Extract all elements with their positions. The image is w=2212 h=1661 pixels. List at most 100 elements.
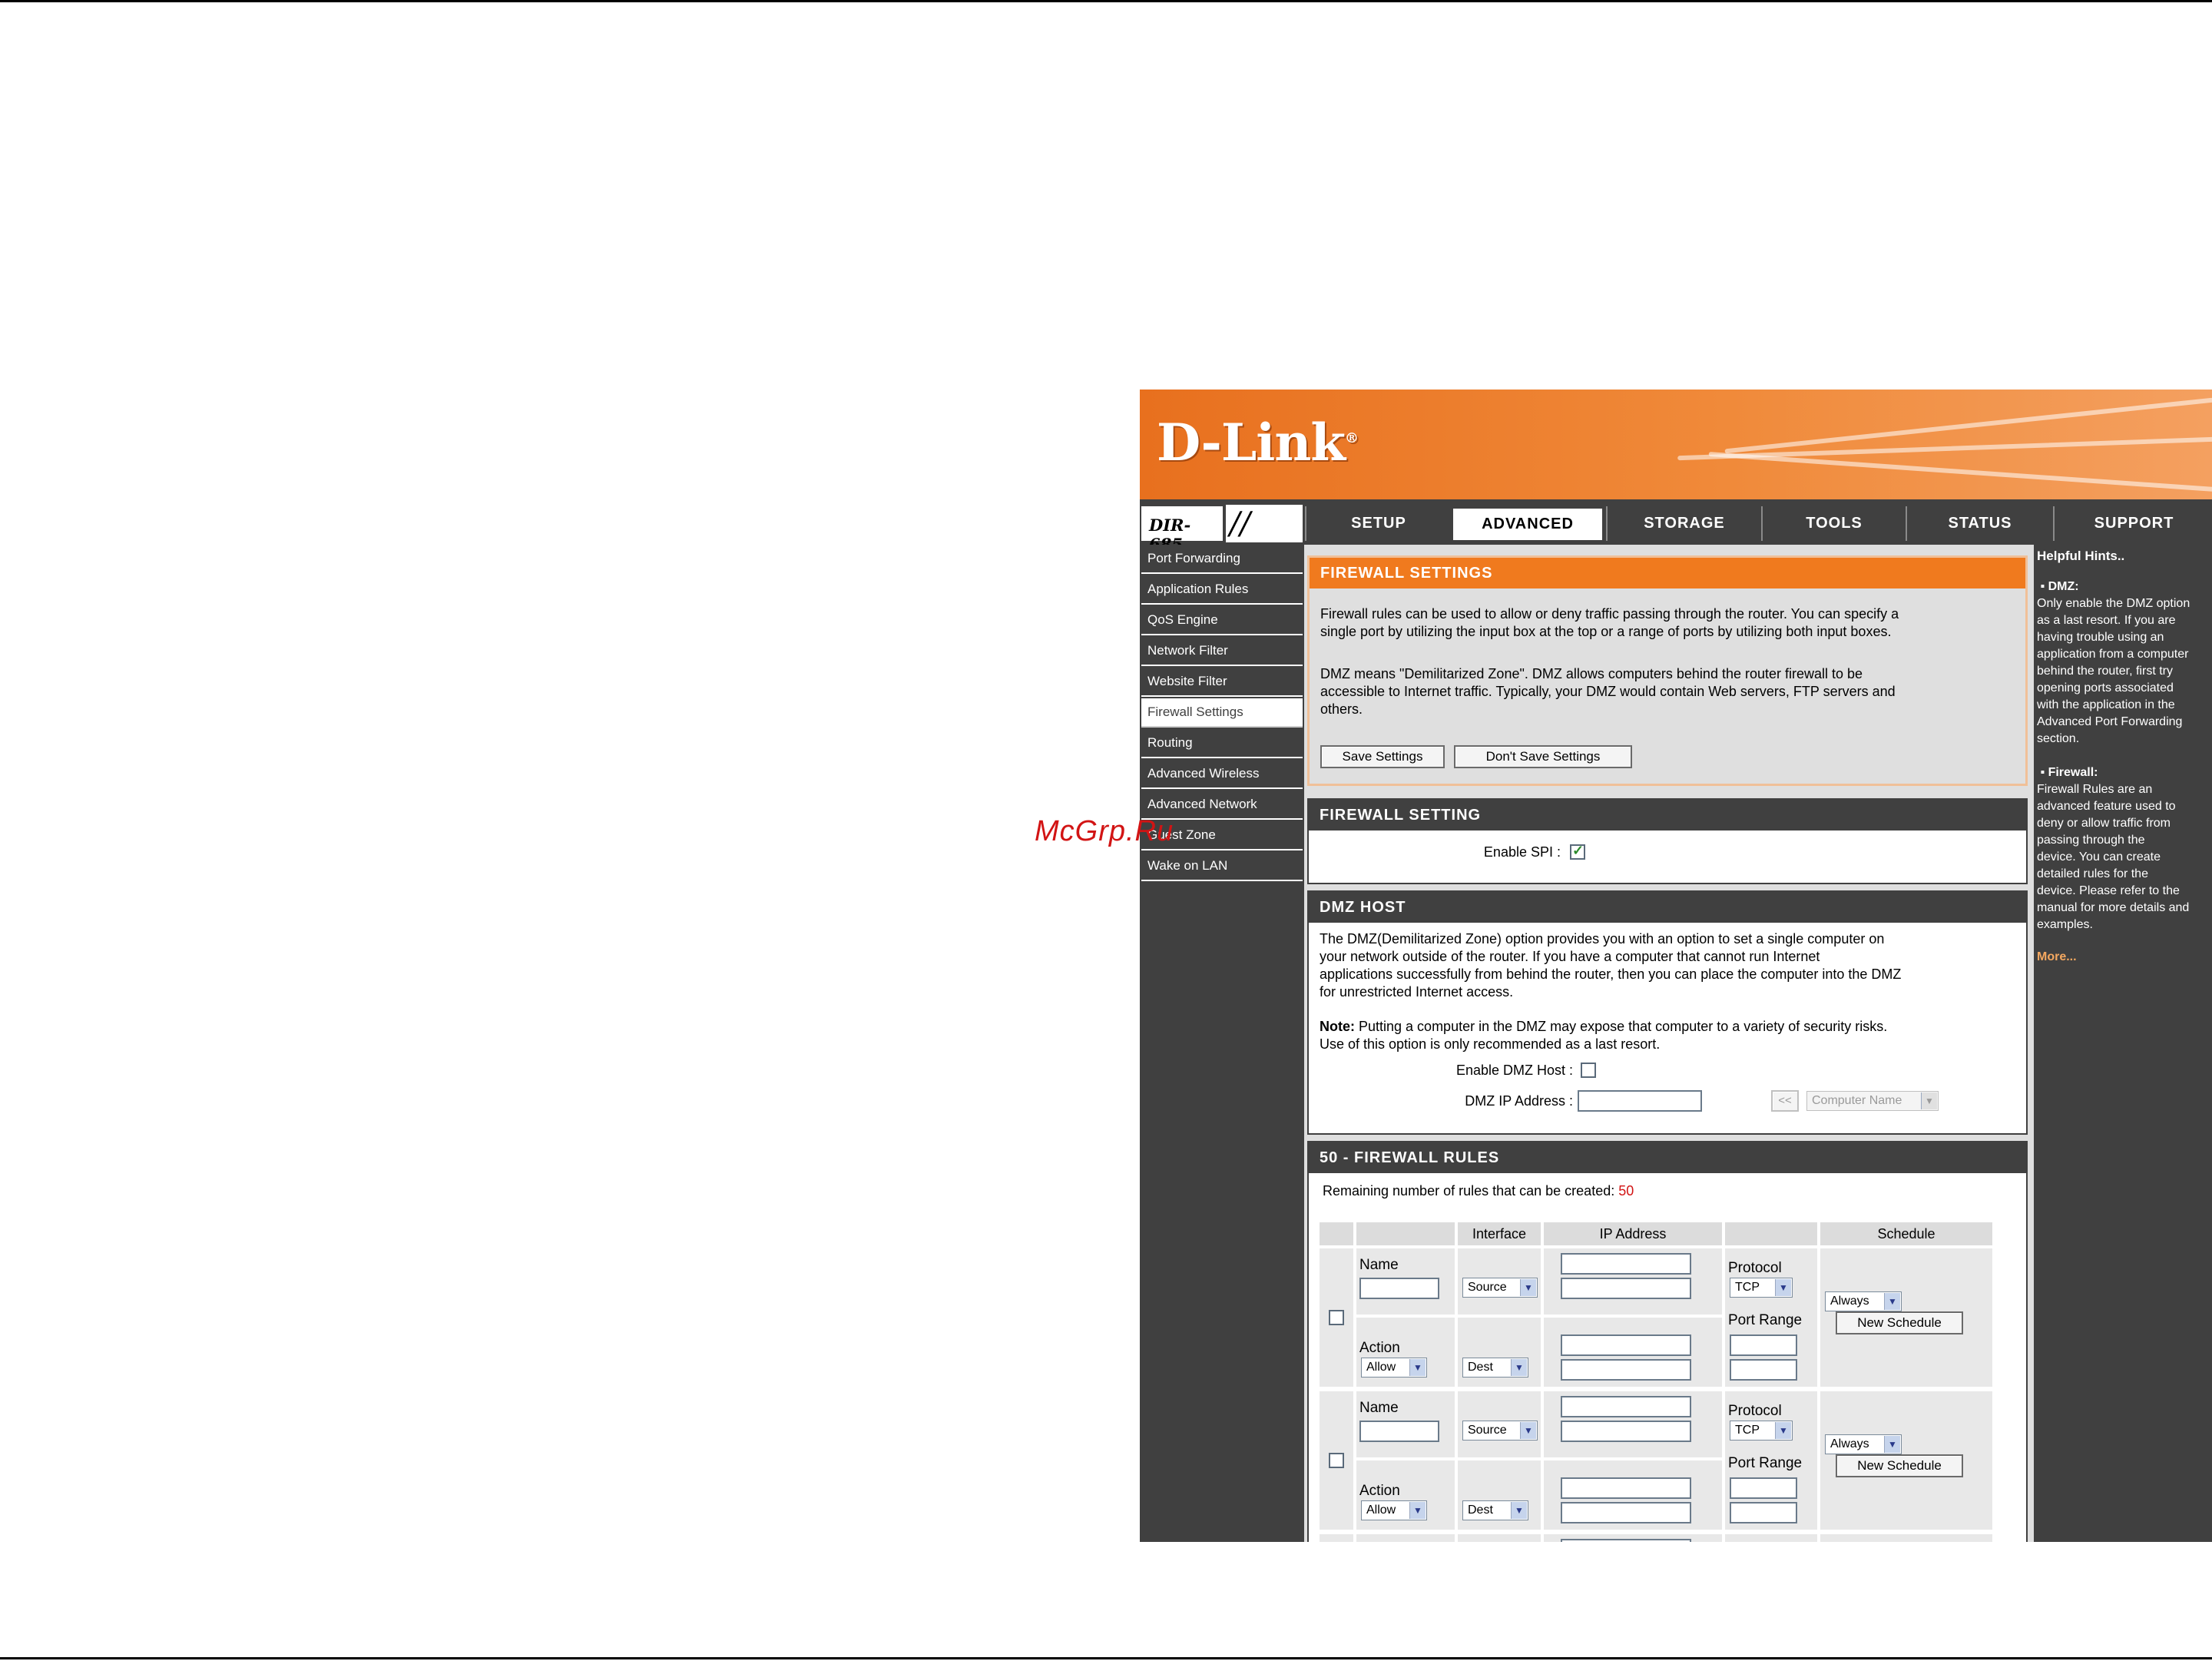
name-label: Name bbox=[1359, 1400, 1399, 1416]
rule-enable-checkbox[interactable] bbox=[1329, 1453, 1344, 1468]
protocol-select[interactable]: TCP ▼ bbox=[1730, 1278, 1793, 1298]
menu-port-forwarding[interactable]: Port Forwarding bbox=[1141, 545, 1303, 574]
new-schedule-button[interactable]: New Schedule bbox=[1836, 1454, 1963, 1477]
firewall-setting-section: FIREWALL SETTING Enable SPI : bbox=[1307, 798, 2028, 884]
port-range-end-input[interactable] bbox=[1730, 1502, 1797, 1523]
dmz-intro-text: DMZ means "Demilitarized Zone". DMZ allo… bbox=[1320, 666, 1896, 717]
port-range-start-input[interactable] bbox=[1730, 1334, 1797, 1356]
dmz-description: The DMZ(Demilitarized Zone) option provi… bbox=[1320, 931, 1902, 1000]
firewall-rules-section: 50 - FIREWALL RULES Remaining number of … bbox=[1307, 1141, 2028, 1542]
enable-dmz-checkbox[interactable] bbox=[1581, 1063, 1596, 1078]
router-admin-screenshot: D-Link® DIR-685 // SETUP ADVANCED STORAG… bbox=[1140, 390, 2212, 1542]
chevron-down-icon: ▼ bbox=[1884, 1293, 1900, 1310]
tab-status[interactable]: STATUS bbox=[1906, 506, 2053, 541]
port-range-end-input[interactable] bbox=[1730, 1359, 1797, 1381]
menu-advanced-wireless[interactable]: Advanced Wireless bbox=[1141, 760, 1303, 789]
ip-address-header: IP Address bbox=[1544, 1222, 1722, 1245]
hint-dmz: ▪ DMZ: Only enable the DMZ option as a l… bbox=[2037, 580, 2190, 745]
menu-qos-engine[interactable]: QoS Engine bbox=[1141, 606, 1303, 635]
dmz-ip-input[interactable] bbox=[1578, 1090, 1702, 1112]
source-interface-cell bbox=[1458, 1534, 1541, 1542]
new-schedule-button[interactable]: New Schedule bbox=[1836, 1311, 1963, 1334]
main-content: FIREWALL SETTINGS Firewall rules can be … bbox=[1304, 545, 2034, 1542]
protocol-select[interactable]: TCP ▼ bbox=[1730, 1421, 1793, 1441]
save-settings-button[interactable]: Save Settings bbox=[1320, 745, 1445, 768]
rule-name-input[interactable] bbox=[1359, 1278, 1439, 1299]
copy-computer-button[interactable]: << bbox=[1771, 1090, 1799, 1112]
action-select[interactable]: Allow ▼ bbox=[1361, 1358, 1427, 1378]
menu-wake-on-lan[interactable]: Wake on LAN bbox=[1141, 852, 1303, 881]
port-range-label: Port Range bbox=[1728, 1455, 1803, 1471]
page-top-rule bbox=[0, 0, 2212, 2]
header-banner: D-Link® bbox=[1140, 390, 2212, 499]
source-interface-select[interactable]: Source ▼ bbox=[1462, 1278, 1538, 1298]
tab-storage[interactable]: STORAGE bbox=[1606, 506, 1761, 541]
chevron-down-icon: ▼ bbox=[1511, 1502, 1527, 1519]
dont-save-settings-button[interactable]: Don't Save Settings bbox=[1454, 745, 1632, 768]
watermark: McGrp.Ru bbox=[1035, 815, 1174, 847]
table-header bbox=[1725, 1222, 1817, 1245]
port-range-start-input[interactable] bbox=[1730, 1477, 1797, 1499]
computer-name-select[interactable]: Computer Name ▼ bbox=[1806, 1091, 1939, 1111]
firewall-settings-section: FIREWALL SETTINGS Firewall rules can be … bbox=[1307, 555, 2028, 786]
tab-support[interactable]: SUPPORT bbox=[2053, 506, 2212, 541]
menu-website-filter[interactable]: Website Filter bbox=[1141, 668, 1303, 697]
dlink-logo: D-Link® bbox=[1157, 413, 1359, 472]
source-ip-start-input[interactable] bbox=[1561, 1539, 1691, 1542]
dmz-ip-label: DMZ IP Address : bbox=[1465, 1093, 1573, 1109]
dmz-note: Note: Putting a computer in the DMZ may … bbox=[1320, 1019, 1888, 1052]
chevron-down-icon: ▼ bbox=[1520, 1279, 1536, 1296]
menu-network-filter[interactable]: Network Filter bbox=[1141, 637, 1303, 666]
menu-application-rules[interactable]: Application Rules bbox=[1141, 575, 1303, 605]
dest-interface-select[interactable]: Dest ▼ bbox=[1462, 1500, 1528, 1520]
chevron-down-icon: ▼ bbox=[1921, 1092, 1937, 1109]
chevron-down-icon: ▼ bbox=[1511, 1359, 1527, 1376]
schedule-select[interactable]: Always ▼ bbox=[1825, 1434, 1902, 1454]
schedule-cell bbox=[1820, 1534, 1992, 1542]
section-title: 50 - FIREWALL RULES bbox=[1309, 1142, 2026, 1173]
tab-setup[interactable]: SETUP bbox=[1305, 506, 1451, 541]
hints-title: Helpful Hints.. bbox=[2037, 549, 2125, 563]
action-select[interactable]: Allow ▼ bbox=[1361, 1500, 1427, 1520]
dest-interface-select[interactable]: Dest ▼ bbox=[1462, 1358, 1528, 1378]
source-ip-end-input[interactable] bbox=[1561, 1421, 1691, 1442]
hint-firewall: ▪ Firewall: Firewall Rules are an advanc… bbox=[2037, 766, 2190, 931]
chevron-down-icon: ▼ bbox=[1409, 1359, 1426, 1376]
enable-dmz-label: Enable DMZ Host : bbox=[1455, 1063, 1573, 1078]
chevron-down-icon: ▼ bbox=[1775, 1422, 1791, 1439]
dest-ip-start-input[interactable] bbox=[1561, 1334, 1691, 1356]
chevron-down-icon: ▼ bbox=[1775, 1279, 1791, 1296]
protocol-cell bbox=[1725, 1534, 1817, 1542]
name-cell bbox=[1356, 1534, 1455, 1542]
section-title: FIREWALL SETTING bbox=[1309, 800, 2026, 830]
tab-tools[interactable]: TOOLS bbox=[1761, 506, 1906, 541]
banner-swoosh bbox=[1708, 451, 2212, 492]
schedule-select[interactable]: Always ▼ bbox=[1825, 1291, 1902, 1311]
firewall-intro-text: Firewall rules can be used to allow or d… bbox=[1320, 606, 1899, 639]
enable-spi-checkbox[interactable] bbox=[1570, 843, 1585, 860]
source-ip-start-input[interactable] bbox=[1561, 1253, 1691, 1275]
interface-header: Interface bbox=[1458, 1222, 1541, 1245]
page-bottom-rule bbox=[0, 1657, 2212, 1659]
menu-routing[interactable]: Routing bbox=[1141, 729, 1303, 758]
chevron-down-icon: ▼ bbox=[1884, 1436, 1900, 1453]
table-header bbox=[1320, 1222, 1353, 1245]
section-title: DMZ HOST bbox=[1309, 892, 2026, 923]
remaining-rules-text: Remaining number of rules that can be cr… bbox=[1323, 1183, 1634, 1199]
chevron-down-icon: ▼ bbox=[1409, 1502, 1426, 1519]
dest-ip-start-input[interactable] bbox=[1561, 1477, 1691, 1499]
dest-ip-end-input[interactable] bbox=[1561, 1359, 1691, 1381]
hints-more-link[interactable]: More... bbox=[2037, 949, 2077, 966]
tab-advanced[interactable]: ADVANCED bbox=[1451, 506, 1604, 542]
action-label: Action bbox=[1359, 1340, 1400, 1356]
menu-firewall-settings[interactable]: Firewall Settings bbox=[1141, 698, 1303, 728]
rule-enable-checkbox[interactable] bbox=[1329, 1310, 1344, 1325]
source-interface-select[interactable]: Source ▼ bbox=[1462, 1421, 1538, 1441]
row-select-cell bbox=[1320, 1534, 1353, 1542]
rule-name-input[interactable] bbox=[1359, 1421, 1439, 1442]
port-range-label: Port Range bbox=[1728, 1312, 1803, 1328]
source-ip-end-input[interactable] bbox=[1561, 1278, 1691, 1299]
source-ip-start-input[interactable] bbox=[1561, 1396, 1691, 1417]
dest-ip-end-input[interactable] bbox=[1561, 1502, 1691, 1523]
table-header bbox=[1356, 1222, 1455, 1245]
